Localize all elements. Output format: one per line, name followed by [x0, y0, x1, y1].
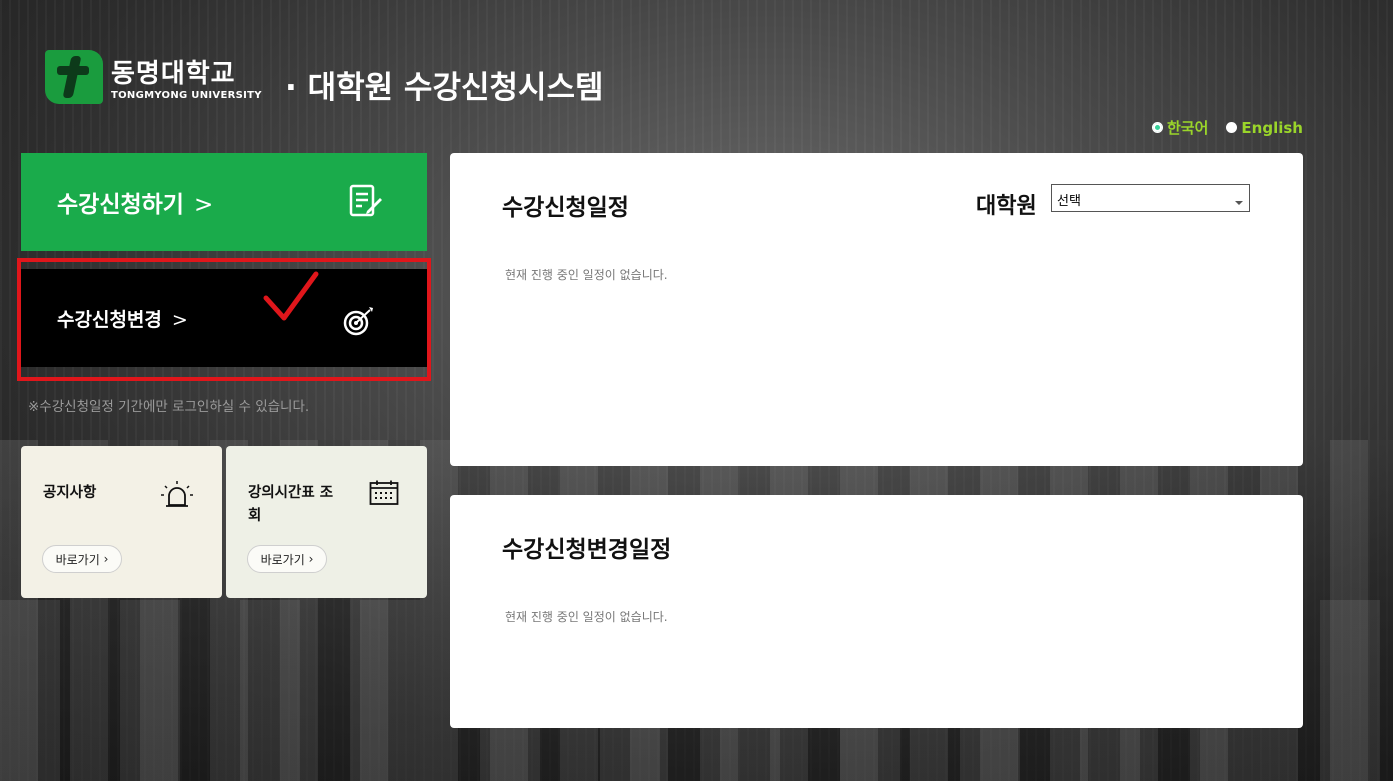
- dropdown-arrow-icon: [1235, 201, 1243, 205]
- change-schedule-title: 수강신청변경일정: [502, 537, 672, 563]
- change-schedule-empty-message: 현재 진행 중인 일정이 없습니다.: [505, 610, 668, 624]
- radio-unselected-icon: [1226, 122, 1238, 133]
- timetable-goto-button[interactable]: 바로가기 ›: [247, 545, 327, 573]
- login-period-notice: ※수강신청일정 기간에만 로그인하실 수 있습니다.: [28, 399, 310, 415]
- logo-mark-icon: [45, 50, 103, 104]
- course-registration-label: 수강신청하기 >: [57, 192, 214, 218]
- red-highlight-box: [17, 258, 431, 381]
- calendar-icon: [369, 480, 399, 505]
- lang-korean-option[interactable]: 한국어: [1152, 117, 1208, 138]
- document-edit-icon: [349, 184, 382, 217]
- logo-korean-name: 동명대학교: [111, 59, 236, 89]
- timetable-card: 강의시간표 조회 바로가기 ›: [226, 446, 427, 598]
- lang-english-label: English: [1241, 118, 1303, 137]
- university-logo[interactable]: 동명대학교 TONGMYONG UNIVERSITY: [45, 50, 262, 104]
- radio-selected-icon: [1152, 122, 1163, 133]
- registration-schedule-panel: 수강신청일정 대학원 선택 현재 진행 중인 일정이 없습니다.: [450, 153, 1303, 466]
- registration-schedule-empty-message: 현재 진행 중인 일정이 없습니다.: [505, 268, 668, 282]
- notice-card: 공지사항 바로가기 ›: [21, 446, 222, 598]
- registration-schedule-title: 수강신청일정: [502, 195, 629, 221]
- graduate-school-select[interactable]: 선택: [1051, 184, 1250, 212]
- language-switcher: 한국어 English: [1152, 117, 1303, 138]
- checkmark-icon: [263, 271, 319, 321]
- timetable-card-title: 강의시간표 조회: [248, 485, 334, 524]
- chevron-right-icon: ›: [308, 552, 314, 566]
- graduate-school-label: 대학원: [976, 194, 1037, 219]
- logo-english-name: TONGMYONG UNIVERSITY: [111, 90, 262, 101]
- graduate-school-selected-value: 선택: [1057, 194, 1081, 209]
- page-title: · 대학원 수강신청시스템: [285, 70, 604, 106]
- change-schedule-panel: 수강신청변경일정 현재 진행 중인 일정이 없습니다.: [450, 495, 1303, 728]
- chevron-right-icon: ›: [103, 552, 109, 566]
- alarm-icon: [161, 481, 193, 507]
- notice-card-title: 공지사항: [43, 485, 97, 501]
- course-registration-button[interactable]: 수강신청하기 >: [21, 153, 427, 251]
- lang-english-option[interactable]: English: [1226, 117, 1303, 138]
- notice-goto-button[interactable]: 바로가기 ›: [42, 545, 122, 573]
- lang-korean-label: 한국어: [1167, 119, 1209, 137]
